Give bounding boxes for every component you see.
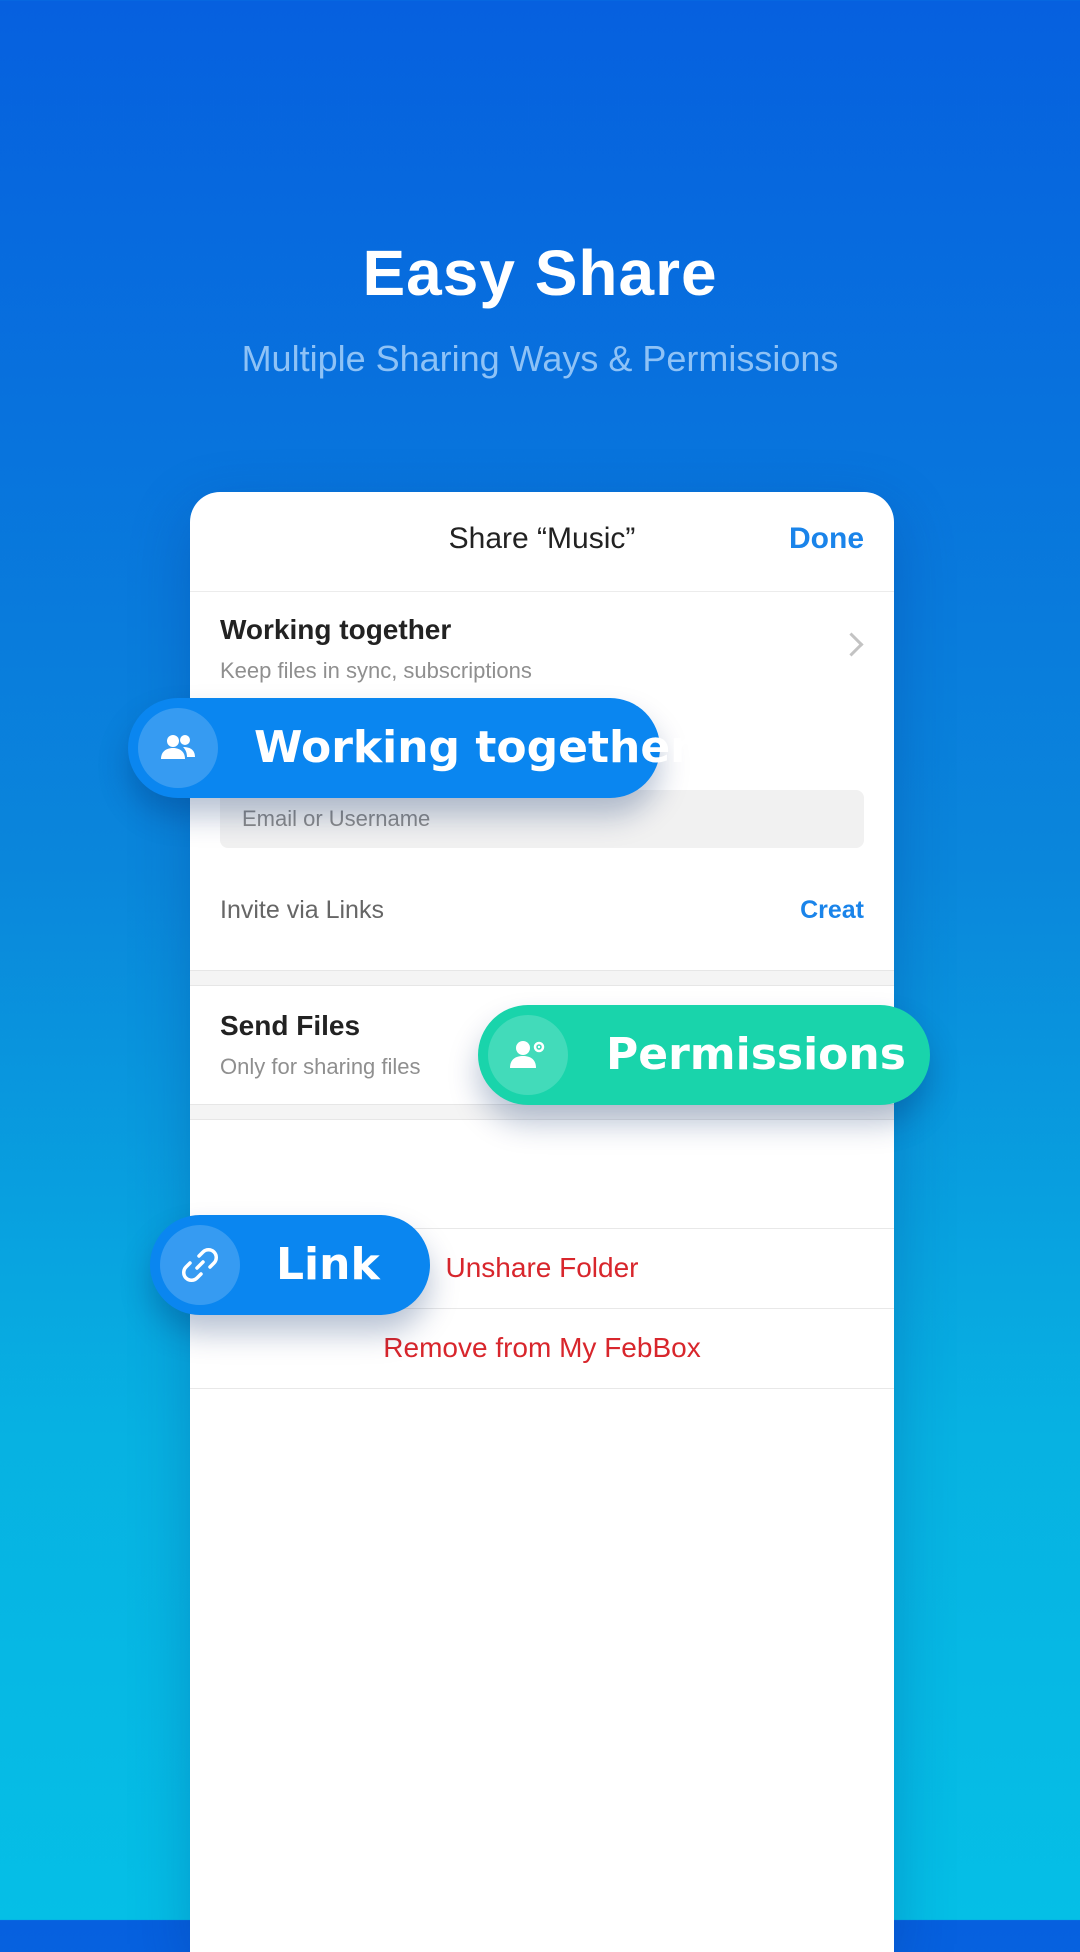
working-together-title: Working together — [220, 614, 452, 645]
email-or-username-input[interactable] — [220, 790, 864, 848]
working-together-badge-label: Working together — [254, 722, 692, 773]
link-icon — [160, 1225, 240, 1305]
section-separator — [190, 970, 894, 986]
chevron-right-icon — [839, 632, 864, 657]
invite-via-links-label: Invite via Links — [220, 896, 384, 924]
working-together-subtitle: Keep files in sync, subscriptions — [220, 658, 532, 683]
divider — [190, 1388, 894, 1389]
done-button[interactable]: Done — [789, 522, 864, 556]
user-settings-icon — [488, 1015, 568, 1095]
permissions-badge-label: Permissions — [606, 1029, 906, 1080]
permissions-badge: Permissions — [478, 1005, 930, 1105]
section-separator — [190, 1104, 894, 1120]
send-files-subtitle: Only for sharing files — [220, 1054, 421, 1079]
hero-subtitle: Multiple Sharing Ways & Permissions — [241, 338, 839, 379]
link-badge-label: Link — [276, 1239, 380, 1290]
hero-title: Easy Share — [362, 237, 718, 309]
link-badge: Link — [150, 1215, 430, 1315]
send-files-title: Send Files — [220, 1010, 361, 1041]
people-icon — [138, 708, 218, 788]
working-together-badge: Working together — [128, 698, 692, 798]
remove-from-febbox-button[interactable]: Remove from My FebBox — [190, 1332, 894, 1364]
dialog-header: Share “Music” Done — [190, 492, 894, 592]
creat-link-button[interactable]: Creat — [800, 896, 864, 925]
